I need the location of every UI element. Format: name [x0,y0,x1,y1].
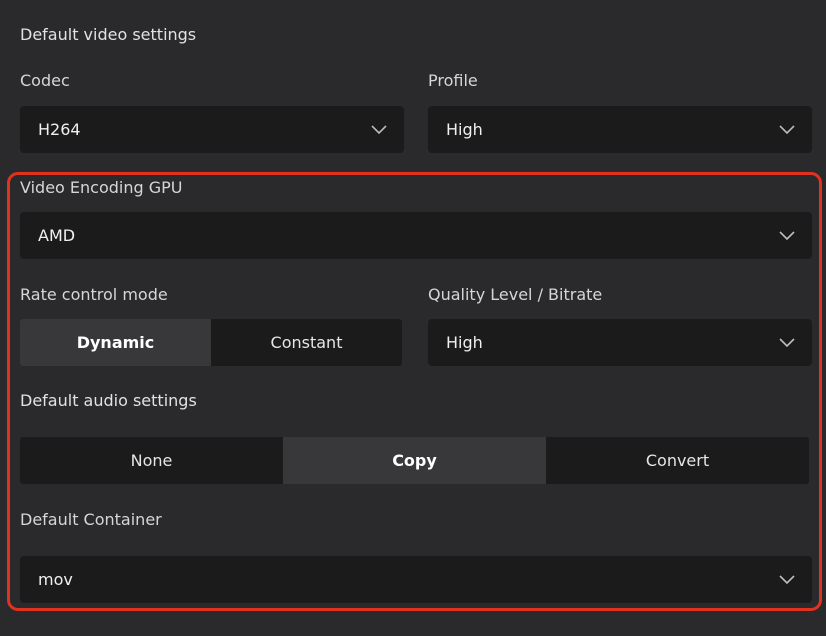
container-label: Default Container [20,510,162,529]
profile-dropdown[interactable]: High [428,106,812,153]
chevron-down-icon [370,124,388,136]
audio-settings-title: Default audio settings [20,391,197,410]
codec-dropdown[interactable]: H264 [20,106,404,153]
gpu-value: AMD [38,226,76,245]
audio-segmented: None Copy Convert [20,437,809,484]
codec-value: H264 [38,120,81,139]
quality-dropdown[interactable]: High [428,319,812,366]
audio-option-none[interactable]: None [20,437,283,484]
video-settings-title: Default video settings [20,25,197,44]
audio-option-convert[interactable]: Convert [546,437,809,484]
profile-value: High [446,120,483,139]
gpu-label: Video Encoding GPU [20,178,183,197]
chevron-down-icon [778,574,796,586]
rate-control-segmented: Dynamic Constant [20,319,402,366]
codec-label: Codec [20,71,70,90]
rate-control-label: Rate control mode [20,285,168,304]
quality-value: High [446,333,483,352]
chevron-down-icon [778,124,796,136]
container-value: mov [38,570,73,589]
quality-label: Quality Level / Bitrate [428,285,603,304]
audio-option-copy[interactable]: Copy [283,437,546,484]
chevron-down-icon [778,230,796,242]
gpu-dropdown[interactable]: AMD [20,212,812,259]
profile-label: Profile [428,71,478,90]
chevron-down-icon [778,337,796,349]
container-dropdown[interactable]: mov [20,556,812,603]
rate-control-constant[interactable]: Constant [211,319,402,366]
rate-control-dynamic[interactable]: Dynamic [20,319,211,366]
